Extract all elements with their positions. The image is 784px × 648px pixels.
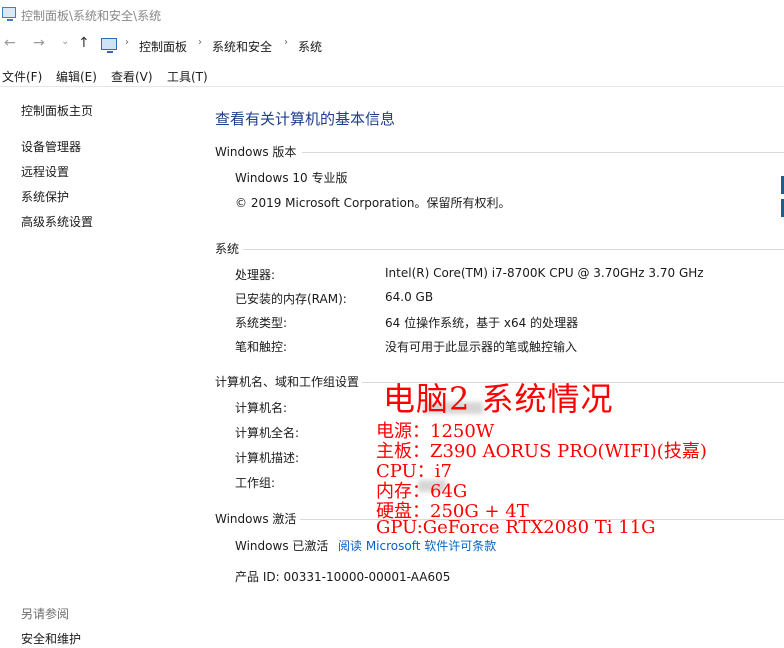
- pen-touch-label: 笔和触控:: [235, 340, 288, 354]
- sidebar-item-remote-settings[interactable]: 远程设置: [21, 163, 69, 180]
- sidebar-item-control-panel-home[interactable]: 控制面板主页: [21, 102, 93, 119]
- forward-arrow-icon[interactable]: →: [33, 35, 45, 51]
- breadcrumb-separator: ›: [284, 37, 288, 48]
- processor-value: Intel(R) Core(TM) i7-8700K CPU @ 3.70GHz…: [385, 266, 704, 280]
- section-heading-windows-activation: Windows 激活: [215, 512, 297, 526]
- menu-tools[interactable]: 工具(T): [167, 68, 208, 85]
- breadcrumb-separator: ›: [125, 37, 129, 48]
- sidebar-item-device-manager[interactable]: 设备管理器: [21, 138, 81, 155]
- sidebar-item-advanced-system-settings[interactable]: 高级系统设置: [21, 213, 93, 230]
- ram-label: 已安装的内存(RAM):: [235, 292, 347, 306]
- menu-view[interactable]: 查看(V): [111, 68, 153, 85]
- breadcrumb-separator: ›: [198, 37, 202, 48]
- sidebar-item-security-and-maintenance[interactable]: 安全和维护: [21, 630, 81, 647]
- system-type-label: 系统类型:: [235, 316, 288, 330]
- breadcrumb-system-and-security[interactable]: 系统和安全: [212, 38, 272, 55]
- page-title: 查看有关计算机的基本信息: [215, 110, 396, 128]
- breadcrumb-control-panel[interactable]: 控制面板: [139, 38, 187, 55]
- computer-description-label: 计算机描述:: [235, 451, 300, 465]
- system-type-value: 64 位操作系统，基于 x64 的处理器: [385, 316, 579, 330]
- recent-locations-chevron-down-icon[interactable]: ⌄: [61, 36, 69, 47]
- sidebar-item-system-protection[interactable]: 系统保护: [21, 188, 69, 205]
- computer-name-label: 计算机名:: [235, 401, 288, 415]
- see-also-heading: 另请参阅: [21, 607, 70, 621]
- computer-icon: [101, 38, 117, 53]
- system-window-icon: [2, 7, 16, 21]
- title-bar: 控制面板\系统和安全\系统: [0, 0, 784, 28]
- window-title: 控制面板\系统和安全\系统: [21, 9, 162, 23]
- license-terms-link[interactable]: 阅读 Microsoft 软件许可条款: [338, 537, 496, 554]
- overlay-gpu: GPU:GeForce RTX2080 Ti 11G: [376, 517, 656, 538]
- product-id: 产品 ID: 00331-10000-00001-AA605: [235, 570, 451, 584]
- full-computer-name-label: 计算机全名:: [235, 426, 300, 440]
- back-arrow-icon[interactable]: ←: [4, 35, 16, 51]
- activation-status: Windows 已激活: [235, 539, 329, 553]
- copyright-text: © 2019 Microsoft Corporation。保留所有权利。: [235, 196, 511, 210]
- overlay-title: 电脑2 系统情况: [383, 380, 614, 418]
- menu-edit[interactable]: 编辑(E): [56, 68, 97, 85]
- menu-file[interactable]: 文件(F): [2, 68, 42, 85]
- breadcrumb-system[interactable]: 系统: [298, 38, 322, 55]
- menu-divider: [0, 86, 784, 87]
- pen-touch-value: 没有可用于此显示器的笔或触控输入: [385, 340, 578, 354]
- up-arrow-icon[interactable]: ↑: [78, 35, 90, 51]
- section-heading-system: 系统: [215, 242, 240, 256]
- processor-label: 处理器:: [235, 268, 276, 282]
- address-bar-row: ← → ⌄ ↑ › 控制面板 › 系统和安全 › 系统: [0, 32, 784, 58]
- section-divider: [243, 249, 784, 250]
- section-heading-windows-edition: Windows 版本: [215, 145, 297, 159]
- workgroup-label: 工作组:: [235, 476, 276, 490]
- ram-value: 64.0 GB: [385, 290, 434, 304]
- section-heading-computer-name: 计算机名、域和工作组设置: [215, 375, 360, 389]
- section-divider: [302, 152, 784, 153]
- windows-edition-name: Windows 10 专业版: [235, 171, 348, 185]
